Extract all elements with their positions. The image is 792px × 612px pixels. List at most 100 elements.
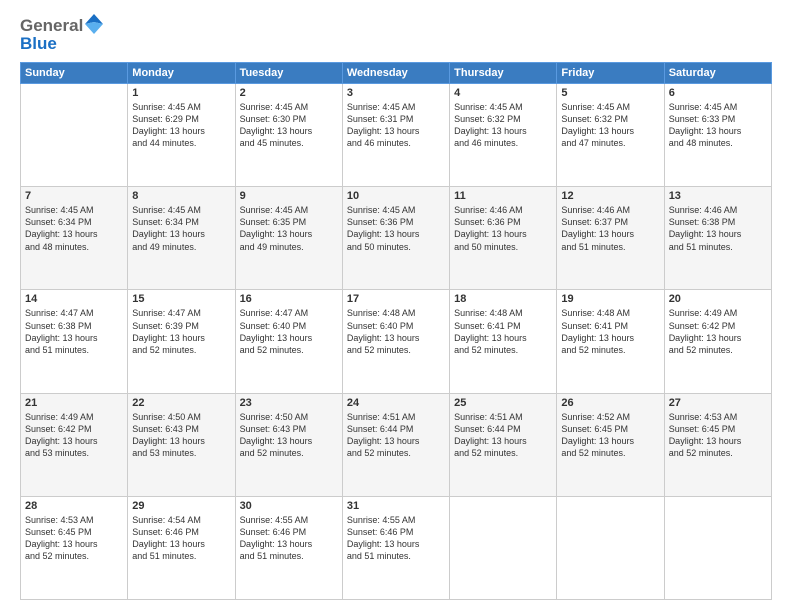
day-info: Sunrise: 4:51 AMSunset: 6:44 PMDaylight:… [347,411,445,460]
day-cell: 23Sunrise: 4:50 AMSunset: 6:43 PMDayligh… [235,393,342,496]
header: General Blue [20,16,772,54]
day-info: Sunrise: 4:45 AMSunset: 6:32 PMDaylight:… [454,101,552,150]
day-number: 25 [454,397,552,409]
day-cell: 29Sunrise: 4:54 AMSunset: 6:46 PMDayligh… [128,496,235,599]
day-number: 6 [669,87,767,99]
day-cell: 27 Sunrise: 4:53 AMSunset: 6:45 PMDayligh… [664,393,771,496]
day-cell [664,496,771,599]
calendar-table: SundayMondayTuesdayWednesdayThursdayFrid… [20,62,772,600]
day-cell: 3 Sunrise: 4:45 AMSunset: 6:31 PMDaylight… [342,84,449,187]
day-info: Sunrise: 4:46 AMSunset: 6:37 PMDaylight:… [561,204,659,253]
day-number: 11 [454,190,552,202]
week-row-1: 1 Sunrise: 4:45 AMSunset: 6:29 PMDaylight… [21,84,772,187]
day-cell: 12 Sunrise: 4:46 AMSunset: 6:37 PMDayligh… [557,187,664,290]
day-info: Sunrise: 4:47 AMSunset: 6:38 PMDaylight:… [25,307,123,356]
day-info: Sunrise: 4:49 AMSunset: 6:42 PMDaylight:… [669,307,767,356]
logo: General Blue [20,16,103,54]
day-info: Sunrise: 4:46 AMSunset: 6:38 PMDaylight:… [669,204,767,253]
day-number: 8 [132,190,230,202]
day-number: 13 [669,190,767,202]
day-cell: 22 Sunrise: 4:50 AMSunset: 6:43 PMDayligh… [128,393,235,496]
day-cell: 4 Sunrise: 4:45 AMSunset: 6:32 PMDaylight… [450,84,557,187]
day-number: 23 [240,397,338,409]
day-number: 5 [561,87,659,99]
day-number: 12 [561,190,659,202]
weekday-header-row: SundayMondayTuesdayWednesdayThursdayFrid… [21,63,772,84]
day-info: Sunrise: 4:45 AMSunset: 6:30 PMDaylight:… [240,101,338,150]
logo-blue-text: Blue [20,34,103,54]
day-info: Sunrise: 4:45 AMSunset: 6:32 PMDaylight:… [561,101,659,150]
day-info: Sunrise: 4:46 AMSunset: 6:36 PMDaylight:… [454,204,552,253]
day-cell: 19 Sunrise: 4:48 AMSunset: 6:41 PMDayligh… [557,290,664,393]
day-cell: 17 Sunrise: 4:48 AMSunset: 6:40 PMDayligh… [342,290,449,393]
weekday-header-thursday: Thursday [450,63,557,84]
day-cell: 9 Sunrise: 4:45 AMSunset: 6:35 PMDaylight… [235,187,342,290]
day-number: 27 [669,397,767,409]
day-info: Sunrise: 4:55 AMSunset: 6:46 PMDaylight:… [347,514,445,563]
day-info: Sunrise: 4:45 AMSunset: 6:36 PMDaylight:… [347,204,445,253]
day-info: Sunrise: 4:48 AMSunset: 6:41 PMDaylight:… [561,307,659,356]
day-cell: 20 Sunrise: 4:49 AMSunset: 6:42 PMDayligh… [664,290,771,393]
day-number: 10 [347,190,445,202]
day-number: 3 [347,87,445,99]
week-row-3: 14 Sunrise: 4:47 AMSunset: 6:38 PMDayligh… [21,290,772,393]
day-info: Sunrise: 4:53 AMSunset: 6:45 PMDaylight:… [669,411,767,460]
day-info: Sunrise: 4:47 AMSunset: 6:40 PMDaylight:… [240,307,338,356]
weekday-header-wednesday: Wednesday [342,63,449,84]
day-number: 24 [347,397,445,409]
day-cell: 10 Sunrise: 4:45 AMSunset: 6:36 PMDayligh… [342,187,449,290]
day-cell [21,84,128,187]
day-number: 26 [561,397,659,409]
day-info: Sunrise: 4:48 AMSunset: 6:40 PMDaylight:… [347,307,445,356]
day-number: 4 [454,87,552,99]
day-number: 2 [240,87,338,99]
day-info: Sunrise: 4:45 AMSunset: 6:34 PMDaylight:… [132,204,230,253]
calendar-page: General Blue SundayMondayTuesdayWednesda… [0,0,792,612]
weekday-header-friday: Friday [557,63,664,84]
day-info: Sunrise: 4:47 AMSunset: 6:39 PMDaylight:… [132,307,230,356]
day-info: Sunrise: 4:45 AMSunset: 6:31 PMDaylight:… [347,101,445,150]
weekday-header-saturday: Saturday [664,63,771,84]
day-cell: 24 Sunrise: 4:51 AMSunset: 6:44 PMDayligh… [342,393,449,496]
day-number: 28 [25,500,123,512]
day-info: Sunrise: 4:45 AMSunset: 6:29 PMDaylight:… [132,101,230,150]
weekday-header-tuesday: Tuesday [235,63,342,84]
day-cell: 14 Sunrise: 4:47 AMSunset: 6:38 PMDayligh… [21,290,128,393]
day-number: 17 [347,293,445,305]
day-cell: 25 Sunrise: 4:51 AMSunset: 6:44 PMDayligh… [450,393,557,496]
day-number: 14 [25,293,123,305]
day-info: Sunrise: 4:49 AMSunset: 6:42 PMDaylight:… [25,411,123,460]
day-number: 15 [132,293,230,305]
day-cell: 6 Sunrise: 4:45 AMSunset: 6:33 PMDaylight… [664,84,771,187]
week-row-2: 7 Sunrise: 4:45 AMSunset: 6:34 PMDaylight… [21,187,772,290]
day-number: 31 [347,500,445,512]
day-info: Sunrise: 4:48 AMSunset: 6:41 PMDaylight:… [454,307,552,356]
day-info: Sunrise: 4:45 AMSunset: 6:33 PMDaylight:… [669,101,767,150]
day-cell: 18Sunrise: 4:48 AMSunset: 6:41 PMDayligh… [450,290,557,393]
day-info: Sunrise: 4:50 AMSunset: 6:43 PMDaylight:… [132,411,230,460]
day-number: 30 [240,500,338,512]
day-number: 20 [669,293,767,305]
day-cell: 26Sunrise: 4:52 AMSunset: 6:45 PMDayligh… [557,393,664,496]
day-number: 29 [132,500,230,512]
day-info: Sunrise: 4:51 AMSunset: 6:44 PMDaylight:… [454,411,552,460]
day-cell: 7 Sunrise: 4:45 AMSunset: 6:34 PMDaylight… [21,187,128,290]
day-cell: 5 Sunrise: 4:45 AMSunset: 6:32 PMDaylight… [557,84,664,187]
day-info: Sunrise: 4:45 AMSunset: 6:34 PMDaylight:… [25,204,123,253]
day-cell: 21 Sunrise: 4:49 AMSunset: 6:42 PMDayligh… [21,393,128,496]
day-number: 22 [132,397,230,409]
day-cell: 1 Sunrise: 4:45 AMSunset: 6:29 PMDaylight… [128,84,235,187]
day-number: 7 [25,190,123,202]
day-info: Sunrise: 4:45 AMSunset: 6:35 PMDaylight:… [240,204,338,253]
week-row-4: 21 Sunrise: 4:49 AMSunset: 6:42 PMDayligh… [21,393,772,496]
day-info: Sunrise: 4:53 AMSunset: 6:45 PMDaylight:… [25,514,123,563]
day-number: 19 [561,293,659,305]
day-number: 1 [132,87,230,99]
day-number: 21 [25,397,123,409]
weekday-header-monday: Monday [128,63,235,84]
day-cell: 15 Sunrise: 4:47 AMSunset: 6:39 PMDayligh… [128,290,235,393]
day-number: 9 [240,190,338,202]
day-cell: 8 Sunrise: 4:45 AMSunset: 6:34 PMDaylight… [128,187,235,290]
day-info: Sunrise: 4:55 AMSunset: 6:46 PMDaylight:… [240,514,338,563]
day-cell: 11 Sunrise: 4:46 AMSunset: 6:36 PMDayligh… [450,187,557,290]
